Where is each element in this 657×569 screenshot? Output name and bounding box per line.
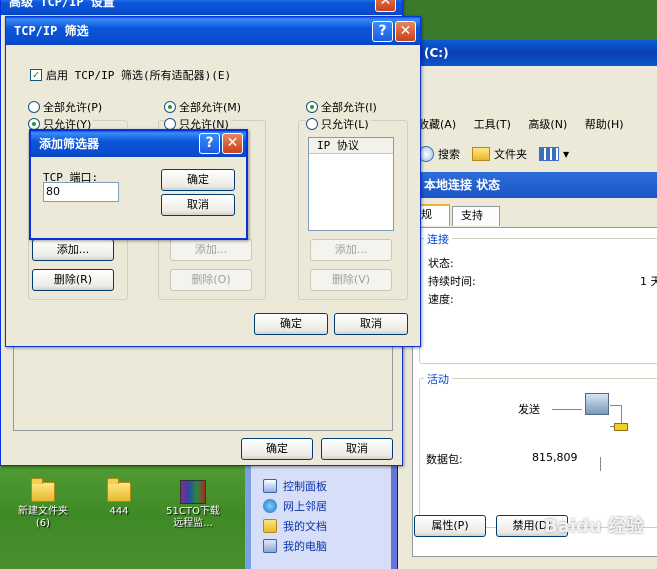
desktop-icon-label: 新建文件夹 (6)	[18, 506, 68, 529]
advanced-tcpip-title: 高级 TCP/IP 设置	[1, 0, 402, 15]
menu-help[interactable]: 帮助(H)	[585, 118, 624, 131]
status-label: 状态:	[428, 257, 454, 270]
udp-allow-all-radio[interactable]: 全部允许(M)	[164, 99, 241, 115]
tcpip-filter-title: TCP/IP 筛选	[6, 17, 420, 45]
ip-protocol-column-header: IP 协议	[309, 138, 393, 154]
packets-sent-value: 815,809	[532, 451, 578, 464]
folders-button[interactable]: 文件夹	[472, 146, 527, 162]
taskpane-item-control-panel[interactable]: 控制面板	[263, 478, 327, 494]
menu-tools[interactable]: 工具(T)	[474, 118, 511, 131]
add-filter-cancel-button[interactable]: 取消	[161, 194, 235, 216]
tcp-remove-button[interactable]: 删除(R)	[32, 269, 114, 291]
enable-filtering-checkbox[interactable]: ✓ 启用 TCP/IP 筛选(所有适配器)(E)	[30, 67, 231, 83]
add-filter-dialog: 添加筛选器 ? ✕ TCP 端口: 80 确定 取消	[29, 129, 248, 240]
tcp-add-button[interactable]: 添加...	[32, 239, 114, 261]
desktop-icon-label: 51CTO下载 远程监...	[166, 506, 220, 529]
explorer-window: (C:) 收藏(A) 工具(T) 高级(N) 帮助(H) 搜索 文件夹 ▼ 本地…	[397, 40, 657, 569]
ip-protocol-list[interactable]: IP 协议	[308, 137, 394, 231]
help-icon[interactable]: ?	[199, 133, 220, 154]
tcp-allow-all-radio[interactable]: 全部允许(P)	[28, 99, 102, 115]
chevron-down-icon: ▼	[563, 149, 570, 159]
close-icon[interactable]: ✕	[395, 21, 416, 42]
close-icon[interactable]: ✕	[222, 133, 243, 154]
ip-only-allow-radio[interactable]: 只允许(L)	[306, 116, 371, 132]
activity-line	[552, 409, 582, 410]
computer-icon	[585, 393, 609, 415]
explorer-menubar: 收藏(A) 工具(T) 高级(N) 帮助(H)	[418, 116, 638, 132]
status-tab-panel: 连接 状态: 持续时间: 1 天 速度: 活动 发送 数据包: 815,809	[412, 227, 657, 557]
duration-label: 持续时间:	[428, 275, 476, 288]
computer-icon	[263, 539, 277, 553]
filter-ok-button[interactable]: 确定	[254, 313, 328, 335]
documents-icon	[263, 519, 277, 533]
udp-remove-button[interactable]: 删除(O)	[170, 269, 252, 291]
taskpane-item-label: 网上邻居	[283, 500, 327, 513]
taskpane-item-label: 控制面板	[283, 480, 327, 493]
speed-label: 速度:	[428, 293, 454, 306]
connection-group-title: 连接	[424, 231, 452, 247]
status-window-title: 本地连接 状态	[404, 172, 657, 198]
advanced-ok-button[interactable]: 确定	[241, 438, 313, 460]
network-icon	[263, 499, 277, 513]
folder-icon	[31, 478, 55, 502]
status-tabs: 规 支持	[412, 204, 657, 228]
packets-label: 数据包:	[426, 453, 463, 466]
explorer-title: (C:)	[398, 40, 657, 66]
activity-divider	[600, 457, 601, 471]
control-panel-icon	[263, 479, 277, 493]
advanced-cancel-button[interactable]: 取消	[321, 438, 393, 460]
folder-icon	[107, 478, 131, 502]
desktop-icon-new-folder[interactable]: 新建文件夹 (6)	[8, 478, 78, 530]
help-icon[interactable]: ?	[372, 21, 393, 42]
other-places-box: 控制面板 网上邻居 我的文档 我的电脑	[251, 466, 391, 569]
views-button[interactable]: ▼	[539, 147, 569, 161]
connection-group: 连接 状态: 持续时间: 1 天 速度:	[419, 231, 657, 364]
activity-group: 活动 发送 数据包: 815,809	[419, 371, 657, 528]
menu-favorites[interactable]: 收藏(A)	[418, 118, 456, 131]
ip-add-button[interactable]: 添加...	[310, 239, 392, 261]
menu-advanced[interactable]: 高级(N)	[528, 118, 567, 131]
ip-allow-all-radio[interactable]: 全部允许(I)	[306, 99, 377, 115]
taskpane-item-label: 我的电脑	[283, 540, 327, 553]
ip-remove-button[interactable]: 删除(V)	[310, 269, 392, 291]
tcp-port-input[interactable]: 80	[43, 182, 119, 202]
checkbox-checked: ✓	[30, 69, 42, 81]
connection-status-window: 本地连接 状态 规 支持 连接 状态: 持续时间: 1 天 速度: 活动 发送 …	[404, 172, 657, 569]
desktop-icon-label: 444	[109, 506, 129, 517]
sent-label: 发送	[518, 403, 540, 416]
properties-button[interactable]: 属性(P)	[414, 515, 486, 537]
watermark: Baidu 经验	[544, 516, 645, 537]
tab-support[interactable]: 支持	[452, 206, 500, 226]
task-pane: 控制面板 网上邻居 我的文档 我的电脑	[245, 466, 397, 569]
taskpane-item-my-computer[interactable]: 我的电脑	[263, 538, 327, 554]
search-button[interactable]: 搜索	[418, 146, 460, 162]
udp-add-button[interactable]: 添加...	[170, 239, 252, 261]
desktop-icon-rar[interactable]: 51CTO下载 远程监...	[158, 480, 228, 530]
taskpane-item-my-documents[interactable]: 我的文档	[263, 518, 327, 534]
taskpane-item-label: 我的文档	[283, 520, 327, 533]
duration-value: 1 天	[640, 275, 657, 288]
activity-group-title: 活动	[424, 371, 452, 387]
close-icon[interactable]: ✕	[375, 0, 396, 12]
background-tab-panel	[13, 335, 393, 431]
taskpane-item-network[interactable]: 网上邻居	[263, 498, 327, 514]
explorer-toolbar: 搜索 文件夹 ▼	[418, 146, 581, 162]
filter-cancel-button[interactable]: 取消	[334, 313, 408, 335]
add-filter-ok-button[interactable]: 确定	[161, 169, 235, 191]
rar-archive-icon	[180, 480, 206, 504]
folder-icon	[472, 147, 490, 161]
views-icon	[539, 147, 559, 161]
network-plug-icon	[614, 423, 628, 431]
desktop-icon-444[interactable]: 444	[84, 478, 154, 518]
